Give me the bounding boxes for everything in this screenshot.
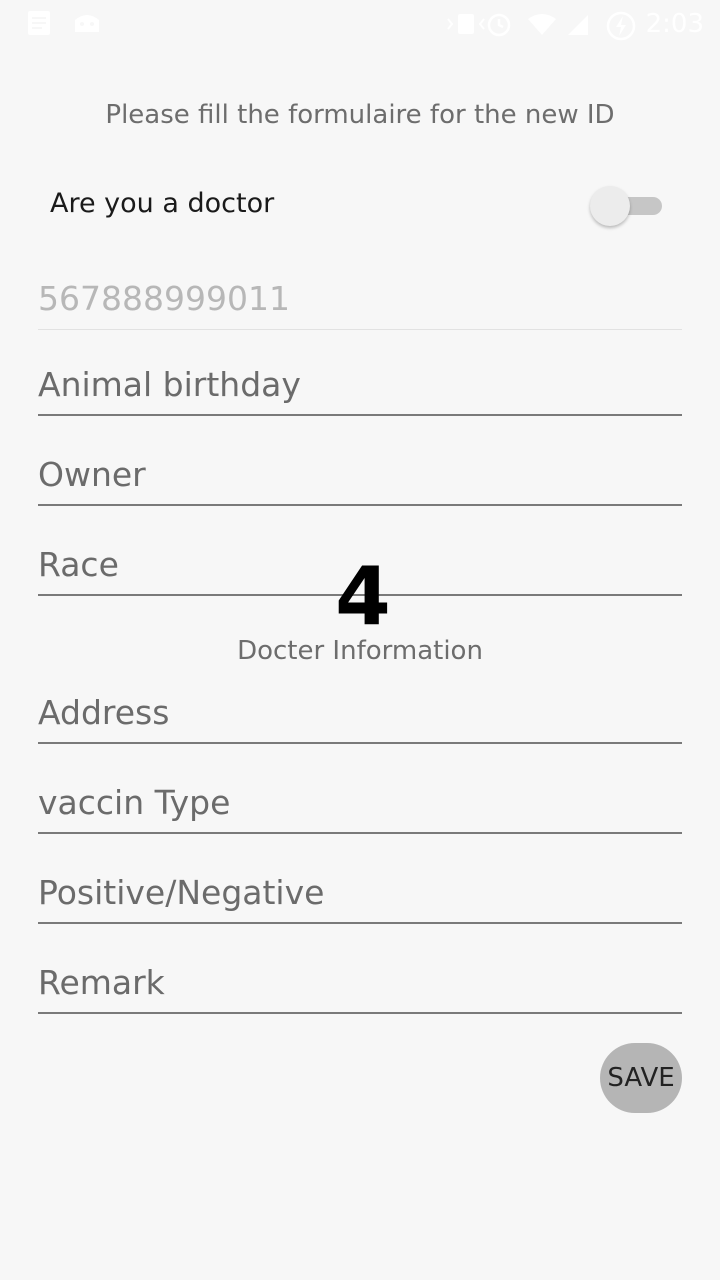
doctor-switch[interactable] bbox=[590, 186, 662, 226]
status-left-icons bbox=[26, 10, 99, 36]
animal-birthday-container bbox=[38, 356, 682, 416]
save-button[interactable]: SAVE bbox=[600, 1043, 682, 1113]
address-underline bbox=[38, 742, 682, 744]
overlay-number: 4 bbox=[335, 550, 391, 643]
remark-container bbox=[38, 954, 682, 1014]
android-debug-icon bbox=[72, 10, 99, 36]
notes-icon bbox=[26, 10, 52, 36]
status-right-icons: 2:03 bbox=[446, 8, 704, 41]
remark-field[interactable] bbox=[38, 954, 682, 1010]
positive-negative-underline bbox=[38, 922, 682, 924]
status-time: 2:03 bbox=[645, 9, 704, 39]
id-field-underline bbox=[38, 329, 682, 330]
doctor-toggle-row: Are you a doctor bbox=[50, 186, 670, 226]
battery-charging-icon bbox=[606, 11, 635, 41]
switch-thumb bbox=[590, 186, 630, 226]
owner-field[interactable] bbox=[38, 446, 682, 502]
alarm-icon bbox=[486, 11, 512, 37]
doctor-toggle-label: Are you a doctor bbox=[50, 188, 275, 219]
vaccin-type-container bbox=[38, 774, 682, 834]
id-field[interactable] bbox=[38, 270, 682, 326]
screen: 2:03 Please fill the formulaire for the … bbox=[0, 0, 720, 1280]
positive-negative-field[interactable] bbox=[38, 864, 682, 920]
owner-underline bbox=[38, 504, 682, 506]
id-field-container bbox=[38, 270, 682, 330]
vibrate-icon bbox=[446, 11, 485, 37]
form-title: Please fill the formulaire for the new I… bbox=[105, 100, 615, 130]
positive-negative-container bbox=[38, 864, 682, 924]
address-field[interactable] bbox=[38, 684, 682, 740]
wifi-icon bbox=[526, 11, 556, 37]
animal-birthday-field[interactable] bbox=[38, 356, 682, 412]
signal-icon bbox=[566, 11, 592, 37]
remark-underline bbox=[38, 1012, 682, 1014]
address-container bbox=[38, 684, 682, 744]
animal-birthday-underline bbox=[38, 414, 682, 416]
doctor-section-title: Docter Information bbox=[237, 636, 483, 666]
vaccin-type-field[interactable] bbox=[38, 774, 682, 830]
status-bar: 2:03 bbox=[0, 0, 720, 48]
owner-container bbox=[38, 446, 682, 506]
vaccin-type-underline bbox=[38, 832, 682, 834]
